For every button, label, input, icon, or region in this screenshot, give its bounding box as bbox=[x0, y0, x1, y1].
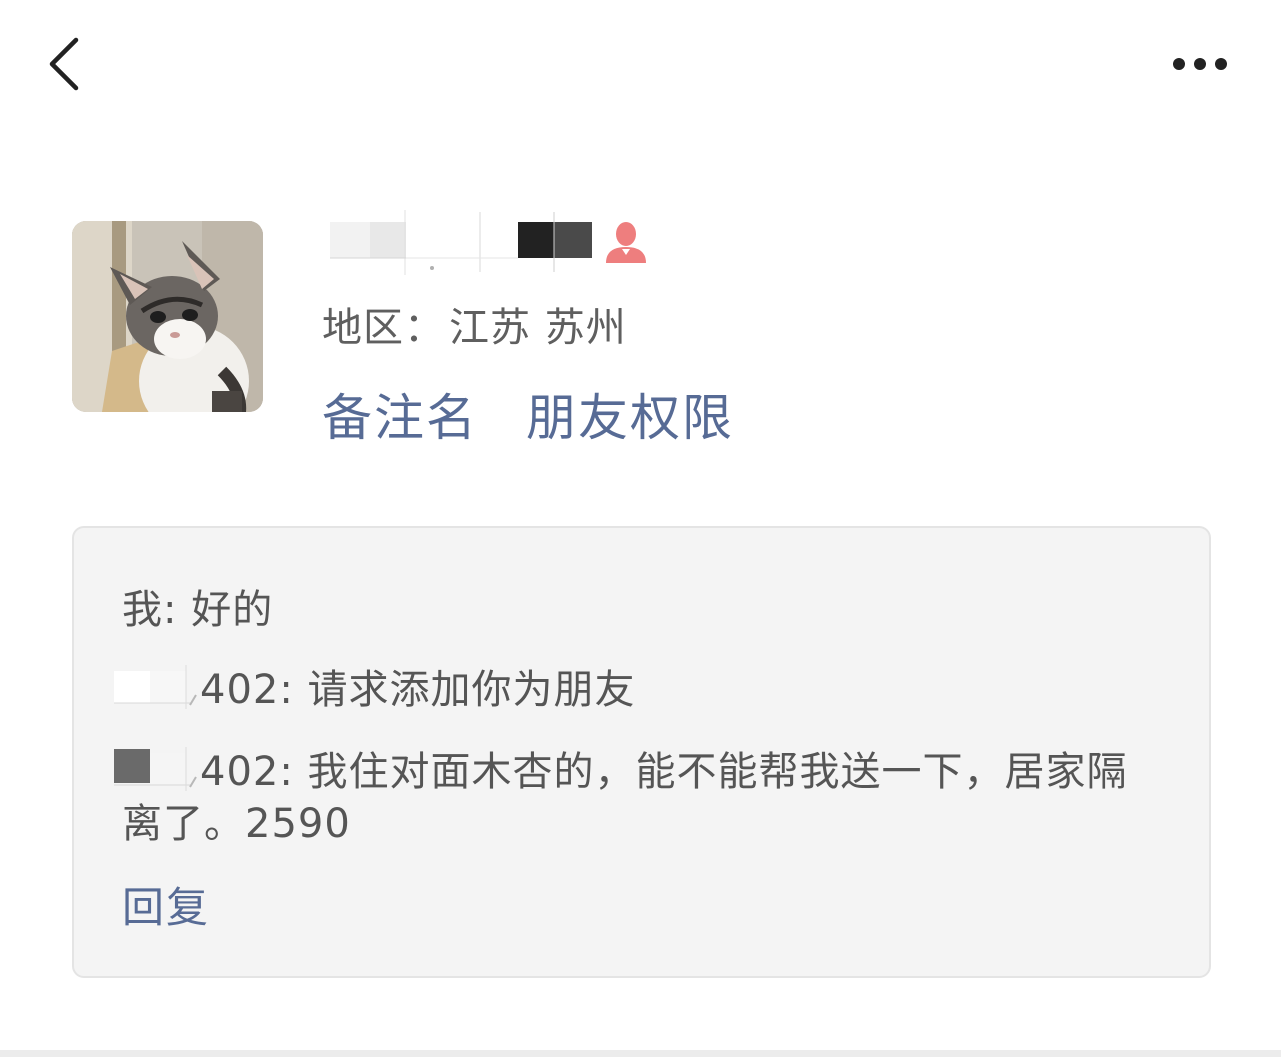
message-text: 我: 好的 bbox=[122, 587, 274, 633]
region-value: 江苏 苏州 bbox=[449, 305, 627, 351]
profile-page: 地区： 江苏 苏州 备注名 朋友权限 我: 好的 402: 请求添加你为朋友 4… bbox=[0, 0, 1281, 1057]
nickname-redacted bbox=[300, 200, 600, 280]
friend-permission-link[interactable]: 朋友权限 bbox=[526, 385, 734, 451]
region-label: 地区： bbox=[322, 305, 445, 351]
back-button[interactable] bbox=[40, 34, 90, 98]
section-divider bbox=[0, 1050, 1281, 1057]
message-item: 402: 我住对面木杏的，能不能帮我送一下，居家隔离了。2590 bbox=[114, 746, 1162, 850]
more-horizontal-icon bbox=[1173, 58, 1227, 70]
message-item: 402: 请求添加你为朋友 bbox=[114, 664, 636, 716]
redacted-sender-name bbox=[112, 665, 198, 709]
chevron-left-icon bbox=[49, 37, 79, 91]
female-icon bbox=[602, 221, 650, 265]
cat-photo-avatar bbox=[72, 221, 263, 412]
region-info: 地区： 江苏 苏州 bbox=[322, 300, 627, 356]
more-button[interactable] bbox=[1160, 44, 1240, 84]
reply-button[interactable]: 回复 bbox=[122, 880, 210, 936]
pixelated-name-image bbox=[330, 210, 592, 275]
verification-messages-box: 我: 好的 402: 请求添加你为朋友 402: 我住对面木杏的，能不能帮我送一… bbox=[72, 526, 1211, 978]
remark-name-link[interactable]: 备注名 bbox=[322, 385, 478, 451]
sender-suffix: 402 bbox=[200, 667, 280, 713]
redacted-sender-name bbox=[112, 747, 198, 791]
message-item: 我: 好的 bbox=[122, 584, 273, 636]
message-text: : 请求添加你为朋友 bbox=[279, 667, 636, 713]
avatar[interactable] bbox=[72, 221, 263, 412]
sender-suffix: 402 bbox=[200, 749, 280, 795]
